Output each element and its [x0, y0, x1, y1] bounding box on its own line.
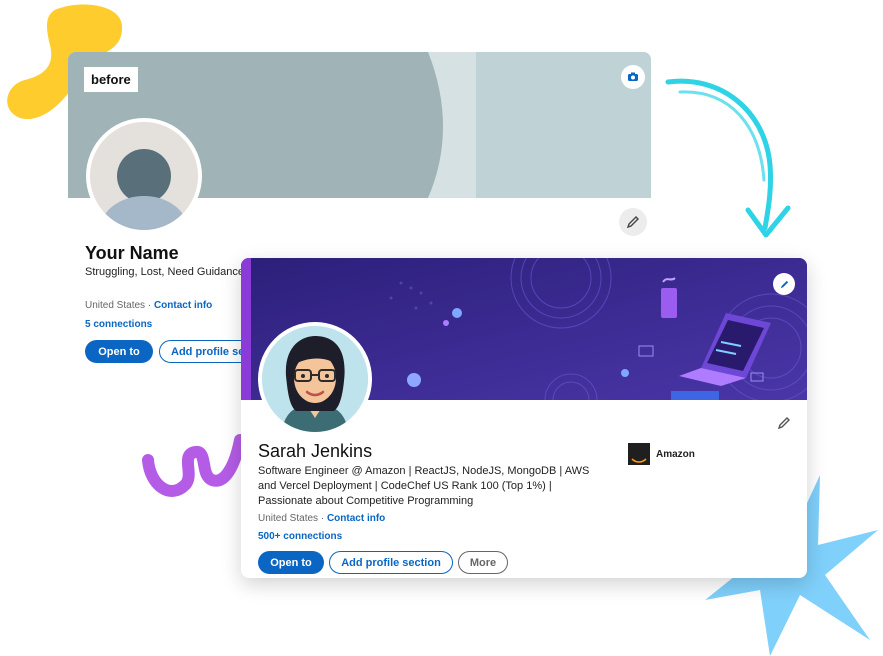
profile-headline: Software Engineer @ Amazon | ReactJS, No… — [258, 465, 590, 507]
avatar[interactable] — [258, 322, 372, 436]
more-button[interactable]: More — [458, 551, 508, 574]
open-to-button[interactable]: Open to — [85, 340, 153, 363]
edit-intro-button[interactable] — [775, 414, 793, 432]
profile-headline: Struggling, Lost, Need Guidance — [85, 266, 244, 278]
purple-squiggle-decoration — [142, 434, 246, 497]
connections-link[interactable]: 5 connections — [85, 319, 152, 330]
connections-link[interactable]: 500+ connections — [258, 531, 342, 542]
open-to-button[interactable]: Open to — [258, 551, 324, 574]
profile-name: Sarah Jenkins — [258, 441, 373, 461]
amazon-logo-icon — [628, 443, 650, 465]
after-profile-card: Sarah Jenkins Software Engineer @ Amazon… — [241, 258, 807, 578]
curved-arrow-icon — [665, 78, 791, 238]
location-line: United States · Contact info — [85, 300, 212, 311]
cartoon-avatar-image — [262, 326, 368, 432]
location-text: United States — [85, 300, 146, 311]
edit-banner-button[interactable] — [773, 273, 795, 295]
profile-name: Your Name — [85, 243, 179, 263]
before-label: before — [84, 67, 138, 92]
separator: · — [320, 513, 325, 524]
edit-banner-button[interactable] — [621, 65, 645, 89]
amazon-smile-icon — [631, 458, 647, 463]
current-company[interactable]: Amazon — [628, 443, 695, 465]
location-text: United States — [258, 513, 319, 524]
contact-info-link[interactable]: Contact info — [154, 300, 212, 311]
pencil-icon — [780, 280, 788, 288]
camera-icon — [628, 72, 638, 81]
company-name: Amazon — [656, 448, 695, 460]
add-profile-section-button[interactable]: Add profile section — [329, 551, 453, 574]
edit-intro-button[interactable] — [619, 208, 647, 236]
pencil-icon — [777, 417, 790, 430]
avatar[interactable] — [86, 118, 202, 234]
pencil-icon — [626, 216, 639, 229]
location-line: United States · Contact info — [258, 513, 385, 524]
contact-info-link[interactable]: Contact info — [327, 513, 385, 524]
default-person-icon — [100, 149, 188, 230]
separator: · — [147, 300, 152, 311]
